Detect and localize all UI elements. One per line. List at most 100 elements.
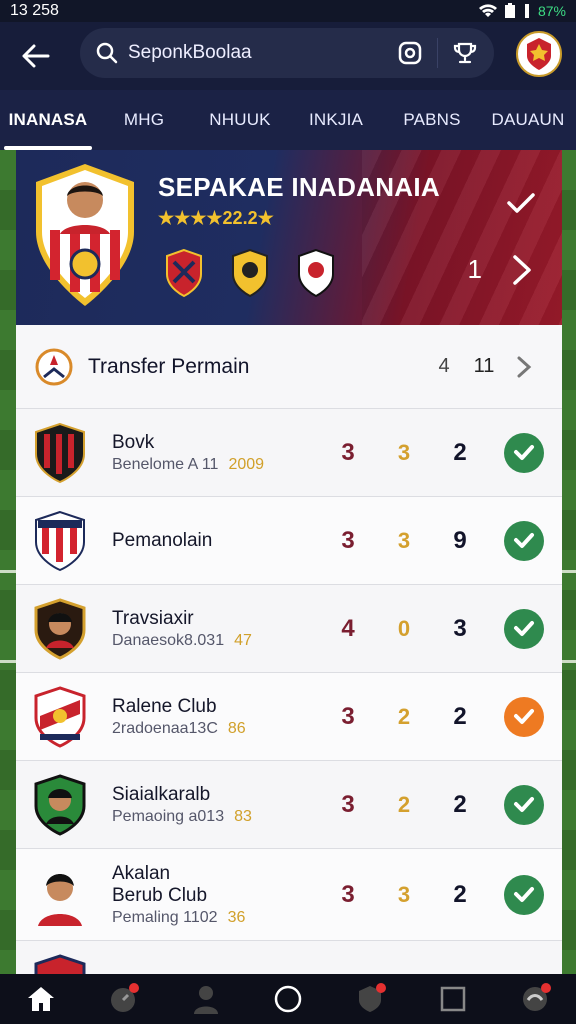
row-value-3: 2 [453,438,467,466]
square-icon [440,986,465,1012]
row-value-1: 3 [341,438,355,466]
row-year: 83 [234,807,252,825]
transfer-list-card: Transfer Permain 4 11 Bovk Benelome A 11… [16,325,562,1024]
search-input[interactable]: SeponkBoolaa [128,42,397,64]
club-badge-icon[interactable] [164,248,204,298]
row-value-2: 3 [397,881,411,907]
trophy-icon[interactable] [452,40,478,66]
row-year: 36 [227,908,246,926]
status-ok-icon[interactable] [504,784,544,825]
club-badge-icon [34,685,86,748]
hero-banner[interactable]: SEPAKAE INADANAIA ★★★★22.2★ 1 [16,150,562,325]
transfer-count-a: 4 [438,355,450,377]
row-value-3: 2 [453,702,467,730]
status-ok-icon[interactable] [504,520,544,561]
nav-club[interactable] [350,979,390,1019]
nav-center[interactable] [268,979,308,1019]
row-value-2: 2 [397,791,411,817]
row-name: Akalan Berub Club [112,862,208,906]
transfer-expand[interactable] [504,355,544,379]
row-name: Travsiaxir [112,607,194,629]
player-badge-icon [34,597,86,660]
home-icon [28,987,55,1011]
circle-icon [274,985,302,1013]
nav-profile[interactable] [186,979,226,1019]
row-value-2: 2 [397,703,411,729]
row-sub: 2radoenaa13C [112,719,218,737]
row-value-1: 3 [341,880,355,908]
notification-dot [540,983,551,993]
hero-rating: ★★★★22.2★ [158,208,274,228]
row-value-1: 3 [341,526,355,554]
row-year: 86 [227,719,246,737]
row-value-1: 4 [341,614,355,642]
row-sub: Benelome A 11 [112,455,219,473]
nav-settings[interactable] [515,979,555,1019]
tab-4[interactable]: PABNS [384,90,480,150]
search-icon [96,42,118,64]
table-row[interactable]: Travsiaxir Danaesok8.031 47 4 0 3 [16,585,562,673]
back-button[interactable] [0,22,72,90]
row-year: 47 [234,631,252,649]
transfer-list-title: Transfer Permain [88,354,250,378]
club-crest-icon [527,38,551,70]
nav-stats[interactable] [103,979,143,1019]
row-sub: Pemaoing a013 [112,807,225,825]
club-badge-icon[interactable] [296,248,336,298]
status-time: 13 258 [10,2,59,19]
status-bar: 13 258 87% [0,0,576,22]
transfer-crest-icon [35,348,73,385]
row-value-2: 3 [397,527,411,553]
status-ok-icon[interactable] [504,608,544,649]
row-value-1: 3 [341,790,355,818]
row-value-2: 0 [397,615,411,641]
tab-0[interactable]: INANASA [0,90,96,150]
row-name: Siaialkaralb [112,783,211,805]
transfer-list-header[interactable]: Transfer Permain 4 11 [16,325,562,409]
row-value-3: 2 [453,790,467,818]
nav-home[interactable] [21,979,61,1019]
status-warning-icon[interactable] [504,696,544,737]
table-row[interactable]: Siaialkaralb Pemaoing a013 83 3 2 2 [16,761,562,849]
scan-icon[interactable] [397,40,423,66]
tab-2[interactable]: NHUUK [192,90,288,150]
status-ok-icon[interactable] [504,432,544,473]
wifi-icon [478,4,497,18]
bottom-nav [0,974,576,1024]
tab-5[interactable]: DAUAUN [480,90,576,150]
table-row[interactable]: Pemanolain 3 3 9 [16,497,562,585]
tab-1[interactable]: MHG [96,90,192,150]
row-value-3: 3 [453,614,467,642]
row-name: Bovk [112,431,155,453]
club-badge-icon[interactable] [230,248,270,298]
row-value-3: 2 [453,880,467,908]
row-name: Ralene Club [112,695,217,717]
arrow-left-icon [22,44,50,68]
hero-title: SEPAKAE INADANAIA [158,172,440,202]
row-value-3: 9 [453,526,467,554]
search-divider [437,38,438,68]
battery-level: 87% [537,3,566,19]
table-row[interactable]: Akalan Berub Club Pemaling 1102 36 3 3 2 [16,849,562,941]
transfer-rows: Bovk Benelome A 11 2009 3 3 2 Pemanolain … [16,409,562,1024]
club-badge-icon [35,510,85,571]
status-ok-icon[interactable] [504,874,544,915]
tab-3[interactable]: INKJIA [288,90,384,150]
hero-count: 1 [467,254,482,284]
player-avatar-icon [38,873,82,926]
player-crest-icon [36,164,134,306]
nav-square[interactable] [433,979,473,1019]
check-icon[interactable] [506,188,536,218]
search-bar[interactable]: SeponkBoolaa [80,28,494,78]
profile-club-crest[interactable] [516,31,562,77]
transfer-count-b: 11 [473,355,495,377]
row-value-2: 3 [397,439,411,465]
app-bar: SeponkBoolaa [0,22,576,90]
notification-dot [376,983,387,993]
row-sub: Danaesok8.031 [112,631,225,649]
table-row[interactable]: Ralene Club 2radoenaa13C 86 3 2 2 [16,673,562,761]
table-row[interactable]: Bovk Benelome A 11 2009 3 3 2 [16,409,562,497]
chevron-right-icon[interactable] [510,254,534,286]
hero-club-icons [164,248,336,298]
row-year: 2009 [228,455,265,473]
